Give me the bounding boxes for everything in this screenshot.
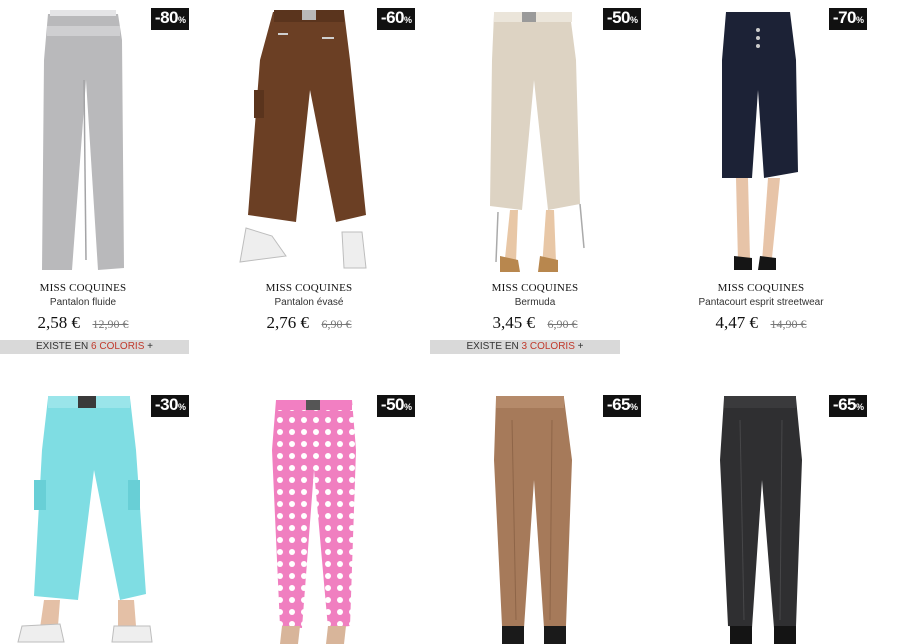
- cropped-trousers-icon: [722, 12, 798, 270]
- old-price: 6,90 €: [547, 317, 578, 331]
- product-card[interactable]: -60% MISS COQUINES Pantalon évasé 2,76 €…: [226, 0, 452, 360]
- product-brand[interactable]: MISS COQUINES: [452, 282, 618, 294]
- product-image[interactable]: -65%: [678, 390, 900, 644]
- product-image[interactable]: -50%: [226, 390, 452, 644]
- current-price: 3,45 €: [492, 313, 536, 332]
- leggings-icon: [720, 396, 802, 644]
- product-card[interactable]: -50%: [226, 390, 452, 644]
- current-price: 2,58 €: [37, 313, 81, 332]
- price-block: 2,58 € 12,90 €: [0, 313, 166, 333]
- price-block: 4,47 € 14,90 €: [678, 313, 844, 333]
- product-brand[interactable]: MISS COQUINES: [226, 282, 392, 294]
- discount-badge: -50%: [376, 395, 415, 417]
- old-price: 12,90 €: [92, 317, 129, 331]
- current-price: 2,76 €: [266, 313, 310, 332]
- product-image[interactable]: -30%: [0, 390, 226, 644]
- discount-badge: -60%: [376, 8, 415, 30]
- product-name[interactable]: Bermuda: [452, 297, 618, 308]
- product-card[interactable]: -65%: [452, 390, 678, 644]
- product-brand[interactable]: MISS COQUINES: [0, 282, 166, 294]
- discount-badge: -65%: [602, 395, 641, 417]
- old-price: 14,90 €: [770, 317, 807, 331]
- discount-badge: -65%: [828, 395, 867, 417]
- product-name[interactable]: Pantalon évasé: [226, 297, 392, 308]
- product-image[interactable]: -80%: [0, 0, 226, 278]
- product-image[interactable]: -65%: [452, 390, 678, 644]
- leggings-icon: [494, 396, 572, 644]
- discount-badge: -70%: [828, 8, 867, 30]
- product-card[interactable]: -65%: [678, 390, 900, 644]
- product-card[interactable]: -70% MISS COQUINES Pantacourt esprit str…: [678, 0, 900, 360]
- price-block: 2,76 € 6,90 €: [226, 313, 392, 333]
- product-name[interactable]: Pantacourt esprit streetwear: [678, 297, 844, 308]
- product-card[interactable]: -30%: [0, 390, 226, 644]
- polka-dot-pants-icon: [272, 400, 356, 644]
- color-variants-link[interactable]: EXISTE EN 6 COLORIS +: [0, 340, 189, 354]
- price-block: 3,45 € 6,90 €: [452, 313, 618, 333]
- product-image[interactable]: -50%: [452, 0, 678, 278]
- old-price: 6,90 €: [321, 317, 352, 331]
- discount-badge: -30%: [150, 395, 189, 417]
- cargo-trousers-icon: [239, 10, 367, 269]
- product-image[interactable]: -60%: [226, 0, 452, 278]
- wide-trousers-icon: [42, 10, 124, 270]
- discount-badge: -80%: [150, 8, 189, 30]
- product-card[interactable]: -50% MISS COQUINES Bermuda 3,45 € 6,90 €…: [430, 0, 678, 360]
- product-image[interactable]: -70%: [678, 0, 900, 278]
- discount-badge: -50%: [602, 8, 641, 30]
- cargo-capri-icon: [17, 396, 153, 643]
- product-grid: -80% MISS COQUINES Pantalon fluide 2,58 …: [0, 0, 900, 644]
- product-card[interactable]: -80% MISS COQUINES Pantalon fluide 2,58 …: [0, 0, 226, 360]
- color-variants-link[interactable]: EXISTE EN 3 COLORIS +: [430, 340, 620, 354]
- product-brand[interactable]: MISS COQUINES: [678, 282, 844, 294]
- product-name[interactable]: Pantalon fluide: [0, 297, 166, 308]
- current-price: 4,47 €: [715, 313, 759, 332]
- capri-pants-icon: [490, 12, 585, 272]
